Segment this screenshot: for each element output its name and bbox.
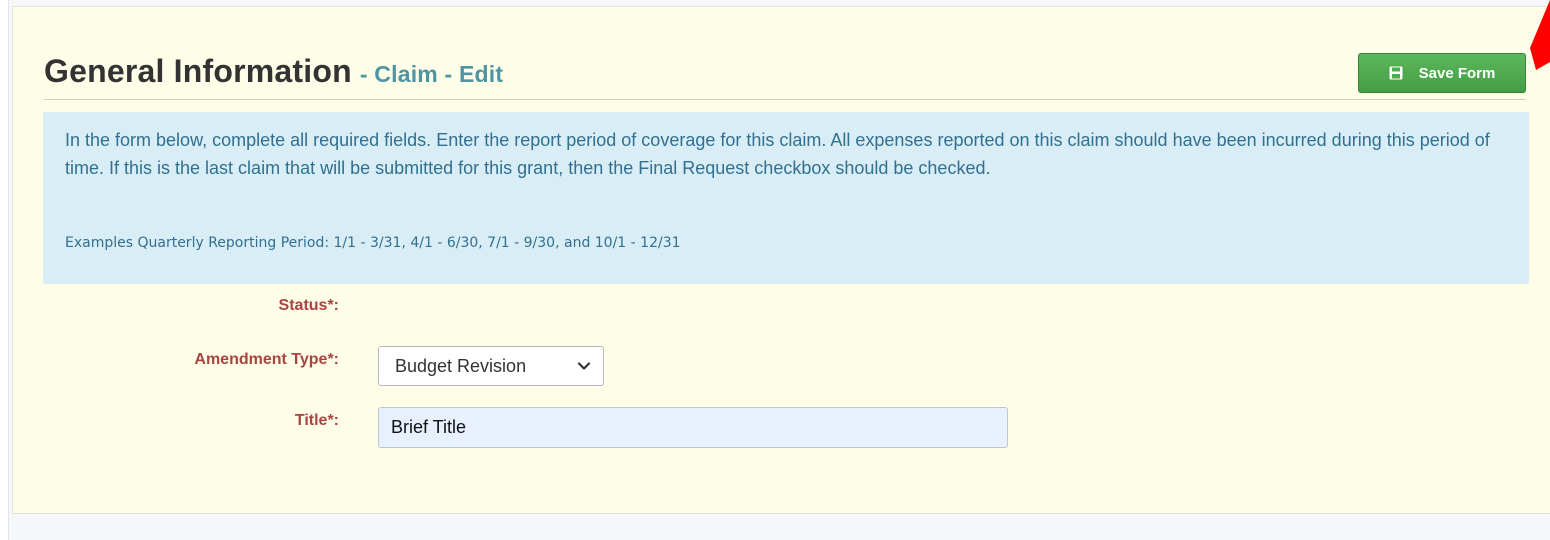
amendment-type-label: Amendment Type*: [194, 351, 339, 368]
save-form-label: Save Form [1418, 64, 1496, 82]
title-label: Title*: [294, 412, 339, 429]
chevron-down-icon [577, 362, 591, 370]
instructions-box: In the form below, complete all required… [43, 112, 1529, 284]
save-form-button[interactable]: Save Form [1358, 53, 1526, 93]
floppy-disk-icon [1389, 66, 1403, 80]
status-label: Status*: [278, 297, 339, 314]
amendment-type-value: Budget Revision [395, 355, 527, 376]
panel-header: General Information - Claim - Edit Save F… [44, 47, 1526, 100]
amendment-type-select[interactable]: Budget Revision [378, 346, 604, 386]
page-subtitle: - Claim - Edit [359, 61, 504, 87]
page-title: General Information - Claim - Edit [44, 53, 503, 90]
general-information-panel: General Information - Claim - Edit Save F… [12, 6, 1550, 514]
left-edge-bar [0, 0, 9, 540]
page-title-text: General Information [44, 53, 352, 89]
annotation-arrow-icon [1530, 0, 1550, 70]
reporting-period-examples: Examples Quarterly Reporting Period: 1/1… [65, 235, 681, 251]
instructions-text: In the form below, complete all required… [65, 130, 1490, 178]
title-input[interactable] [378, 407, 1008, 448]
